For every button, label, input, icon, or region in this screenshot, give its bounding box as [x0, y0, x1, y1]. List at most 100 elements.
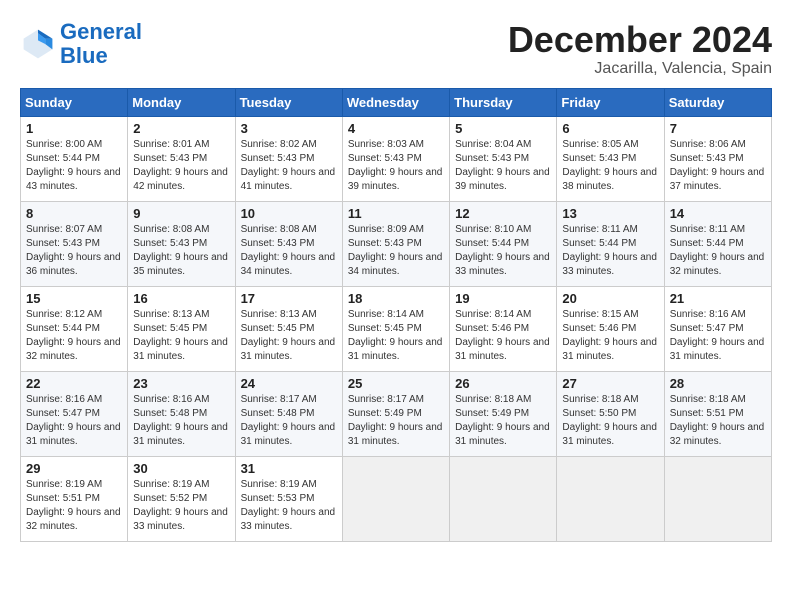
day-number: 15 [26, 291, 122, 306]
month-title: December 2024 [508, 20, 772, 60]
cell-content: Sunrise: 8:17 AM Sunset: 5:48 PM Dayligh… [241, 393, 337, 449]
cell-content: Sunrise: 8:11 AM Sunset: 5:44 PM Dayligh… [562, 223, 658, 279]
calendar-cell: 13 Sunrise: 8:11 AM Sunset: 5:44 PM Dayl… [557, 201, 664, 286]
calendar-cell: 7 Sunrise: 8:06 AM Sunset: 5:43 PM Dayli… [664, 116, 771, 201]
cell-content: Sunrise: 8:19 AM Sunset: 5:51 PM Dayligh… [26, 478, 122, 534]
day-number: 31 [241, 461, 337, 476]
logo-icon [20, 26, 56, 62]
cell-content: Sunrise: 8:16 AM Sunset: 5:47 PM Dayligh… [670, 308, 766, 364]
cell-content: Sunrise: 8:10 AM Sunset: 5:44 PM Dayligh… [455, 223, 551, 279]
day-number: 16 [133, 291, 229, 306]
cell-content: Sunrise: 8:16 AM Sunset: 5:48 PM Dayligh… [133, 393, 229, 449]
day-number: 30 [133, 461, 229, 476]
day-number: 22 [26, 376, 122, 391]
day-number: 25 [348, 376, 444, 391]
day-number: 4 [348, 121, 444, 136]
day-number: 24 [241, 376, 337, 391]
day-header-wednesday: Wednesday [342, 88, 449, 116]
location-title: Jacarilla, Valencia, Spain [508, 60, 772, 78]
calendar-week-5: 29 Sunrise: 8:19 AM Sunset: 5:51 PM Dayl… [21, 456, 772, 541]
calendar-cell: 18 Sunrise: 8:14 AM Sunset: 5:45 PM Dayl… [342, 286, 449, 371]
calendar-cell: 30 Sunrise: 8:19 AM Sunset: 5:52 PM Dayl… [128, 456, 235, 541]
cell-content: Sunrise: 8:11 AM Sunset: 5:44 PM Dayligh… [670, 223, 766, 279]
day-number: 23 [133, 376, 229, 391]
cell-content: Sunrise: 8:13 AM Sunset: 5:45 PM Dayligh… [241, 308, 337, 364]
cell-content: Sunrise: 8:13 AM Sunset: 5:45 PM Dayligh… [133, 308, 229, 364]
calendar-cell: 28 Sunrise: 8:18 AM Sunset: 5:51 PM Dayl… [664, 371, 771, 456]
calendar-cell: 9 Sunrise: 8:08 AM Sunset: 5:43 PM Dayli… [128, 201, 235, 286]
cell-content: Sunrise: 8:09 AM Sunset: 5:43 PM Dayligh… [348, 223, 444, 279]
calendar-cell [664, 456, 771, 541]
cell-content: Sunrise: 8:03 AM Sunset: 5:43 PM Dayligh… [348, 138, 444, 194]
day-number: 13 [562, 206, 658, 221]
day-number: 10 [241, 206, 337, 221]
day-header-friday: Friday [557, 88, 664, 116]
cell-content: Sunrise: 8:12 AM Sunset: 5:44 PM Dayligh… [26, 308, 122, 364]
calendar-cell: 25 Sunrise: 8:17 AM Sunset: 5:49 PM Dayl… [342, 371, 449, 456]
calendar-cell: 5 Sunrise: 8:04 AM Sunset: 5:43 PM Dayli… [450, 116, 557, 201]
calendar-cell: 2 Sunrise: 8:01 AM Sunset: 5:43 PM Dayli… [128, 116, 235, 201]
day-number: 27 [562, 376, 658, 391]
calendar-week-2: 8 Sunrise: 8:07 AM Sunset: 5:43 PM Dayli… [21, 201, 772, 286]
calendar-cell: 1 Sunrise: 8:00 AM Sunset: 5:44 PM Dayli… [21, 116, 128, 201]
calendar-cell: 23 Sunrise: 8:16 AM Sunset: 5:48 PM Dayl… [128, 371, 235, 456]
day-number: 12 [455, 206, 551, 221]
cell-content: Sunrise: 8:19 AM Sunset: 5:53 PM Dayligh… [241, 478, 337, 534]
day-number: 29 [26, 461, 122, 476]
calendar-cell [342, 456, 449, 541]
calendar-cell: 29 Sunrise: 8:19 AM Sunset: 5:51 PM Dayl… [21, 456, 128, 541]
calendar-week-3: 15 Sunrise: 8:12 AM Sunset: 5:44 PM Dayl… [21, 286, 772, 371]
calendar-week-4: 22 Sunrise: 8:16 AM Sunset: 5:47 PM Dayl… [21, 371, 772, 456]
calendar-cell: 4 Sunrise: 8:03 AM Sunset: 5:43 PM Dayli… [342, 116, 449, 201]
cell-content: Sunrise: 8:00 AM Sunset: 5:44 PM Dayligh… [26, 138, 122, 194]
calendar-cell: 21 Sunrise: 8:16 AM Sunset: 5:47 PM Dayl… [664, 286, 771, 371]
cell-content: Sunrise: 8:01 AM Sunset: 5:43 PM Dayligh… [133, 138, 229, 194]
day-header-monday: Monday [128, 88, 235, 116]
calendar-cell: 16 Sunrise: 8:13 AM Sunset: 5:45 PM Dayl… [128, 286, 235, 371]
cell-content: Sunrise: 8:18 AM Sunset: 5:51 PM Dayligh… [670, 393, 766, 449]
calendar-table: SundayMondayTuesdayWednesdayThursdayFrid… [20, 88, 772, 542]
day-number: 20 [562, 291, 658, 306]
day-number: 6 [562, 121, 658, 136]
cell-content: Sunrise: 8:08 AM Sunset: 5:43 PM Dayligh… [241, 223, 337, 279]
page-header: General Blue December 2024 Jacarilla, Va… [20, 20, 772, 78]
calendar-cell: 15 Sunrise: 8:12 AM Sunset: 5:44 PM Dayl… [21, 286, 128, 371]
calendar-cell: 22 Sunrise: 8:16 AM Sunset: 5:47 PM Dayl… [21, 371, 128, 456]
calendar-cell: 31 Sunrise: 8:19 AM Sunset: 5:53 PM Dayl… [235, 456, 342, 541]
calendar-cell: 17 Sunrise: 8:13 AM Sunset: 5:45 PM Dayl… [235, 286, 342, 371]
day-number: 19 [455, 291, 551, 306]
cell-content: Sunrise: 8:19 AM Sunset: 5:52 PM Dayligh… [133, 478, 229, 534]
header-row: SundayMondayTuesdayWednesdayThursdayFrid… [21, 88, 772, 116]
day-number: 7 [670, 121, 766, 136]
day-number: 1 [26, 121, 122, 136]
calendar-cell: 6 Sunrise: 8:05 AM Sunset: 5:43 PM Dayli… [557, 116, 664, 201]
day-number: 21 [670, 291, 766, 306]
cell-content: Sunrise: 8:18 AM Sunset: 5:50 PM Dayligh… [562, 393, 658, 449]
calendar-cell: 20 Sunrise: 8:15 AM Sunset: 5:46 PM Dayl… [557, 286, 664, 371]
logo: General Blue [20, 20, 142, 68]
calendar-cell [450, 456, 557, 541]
day-number: 11 [348, 206, 444, 221]
cell-content: Sunrise: 8:02 AM Sunset: 5:43 PM Dayligh… [241, 138, 337, 194]
day-number: 17 [241, 291, 337, 306]
cell-content: Sunrise: 8:15 AM Sunset: 5:46 PM Dayligh… [562, 308, 658, 364]
calendar-cell [557, 456, 664, 541]
day-header-thursday: Thursday [450, 88, 557, 116]
day-number: 28 [670, 376, 766, 391]
calendar-cell: 11 Sunrise: 8:09 AM Sunset: 5:43 PM Dayl… [342, 201, 449, 286]
calendar-cell: 19 Sunrise: 8:14 AM Sunset: 5:46 PM Dayl… [450, 286, 557, 371]
calendar-cell: 24 Sunrise: 8:17 AM Sunset: 5:48 PM Dayl… [235, 371, 342, 456]
calendar-cell: 12 Sunrise: 8:10 AM Sunset: 5:44 PM Dayl… [450, 201, 557, 286]
day-number: 26 [455, 376, 551, 391]
calendar-week-1: 1 Sunrise: 8:00 AM Sunset: 5:44 PM Dayli… [21, 116, 772, 201]
day-header-tuesday: Tuesday [235, 88, 342, 116]
cell-content: Sunrise: 8:18 AM Sunset: 5:49 PM Dayligh… [455, 393, 551, 449]
logo-text: General Blue [60, 20, 142, 68]
calendar-cell: 10 Sunrise: 8:08 AM Sunset: 5:43 PM Dayl… [235, 201, 342, 286]
calendar-cell: 3 Sunrise: 8:02 AM Sunset: 5:43 PM Dayli… [235, 116, 342, 201]
cell-content: Sunrise: 8:04 AM Sunset: 5:43 PM Dayligh… [455, 138, 551, 194]
day-number: 8 [26, 206, 122, 221]
cell-content: Sunrise: 8:16 AM Sunset: 5:47 PM Dayligh… [26, 393, 122, 449]
day-number: 3 [241, 121, 337, 136]
cell-content: Sunrise: 8:06 AM Sunset: 5:43 PM Dayligh… [670, 138, 766, 194]
